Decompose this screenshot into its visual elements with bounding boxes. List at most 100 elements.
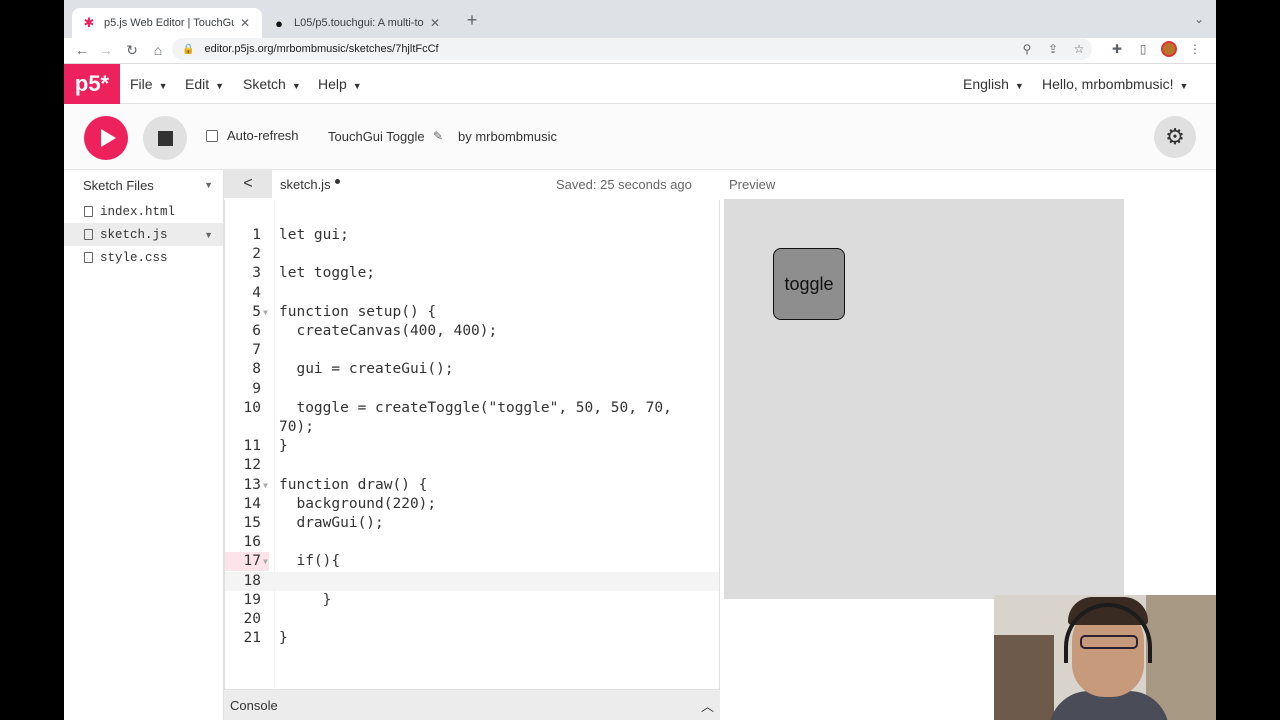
menu-sketch-label: Sketch: [243, 76, 286, 92]
tab-search-chevron-icon[interactable]: ⌄: [1194, 12, 1204, 26]
share-icon[interactable]: ⇪: [1040, 42, 1066, 56]
code-line[interactable]: 11}: [225, 437, 719, 456]
user-menu[interactable]: Hello, mrbombmusic! ▼: [1042, 76, 1188, 92]
zoom-icon[interactable]: ⚲: [1014, 42, 1040, 56]
line-number: 13: [243, 476, 261, 493]
home-icon[interactable]: ⌂: [148, 40, 168, 60]
code-line[interactable]: 9: [225, 380, 719, 399]
chevron-down-icon: ▼: [158, 81, 168, 91]
fold-arrow-icon[interactable]: ▼: [263, 303, 268, 322]
language-menu[interactable]: English ▼: [963, 76, 1024, 92]
chevron-down-icon[interactable]: ▼: [204, 180, 213, 190]
sketch-name[interactable]: TouchGui Toggle: [328, 129, 425, 144]
auto-refresh-label: Auto-refresh: [227, 128, 299, 143]
profile-avatar-icon[interactable]: [1161, 41, 1177, 57]
auto-refresh-checkbox[interactable]: [206, 129, 218, 142]
back-arrow-icon[interactable]: ←: [72, 40, 92, 60]
console-bar[interactable]: Console ︿: [224, 690, 720, 720]
code-line[interactable]: 70);: [225, 418, 719, 437]
code-line[interactable]: 14 background(220);: [225, 495, 719, 514]
code-line[interactable]: 21}: [225, 629, 719, 648]
code-line[interactable]: 1 let gui;: [225, 226, 719, 245]
chevron-up-icon[interactable]: ︿: [701, 696, 714, 715]
language-label: English: [963, 76, 1009, 92]
code-line[interactable]: 18: [225, 571, 719, 591]
code-editor[interactable]: 1 let gui; 2 3 let toggle; 4 5 ▼ function setup(…: [224, 200, 720, 690]
close-tab-icon[interactable]: ✕: [428, 16, 442, 30]
chevron-down-icon: ▼: [1014, 81, 1024, 91]
code-line[interactable]: 7: [225, 341, 719, 360]
menu-file[interactable]: File ▼: [130, 76, 167, 92]
auto-refresh-toggle[interactable]: Auto-refresh: [206, 128, 299, 143]
reload-icon[interactable]: ↻: [122, 40, 142, 60]
code-line[interactable]: 8 gui = createGui();: [225, 360, 719, 379]
stop-button[interactable]: [143, 116, 187, 160]
forward-arrow-icon[interactable]: →: [96, 40, 116, 60]
p5-logo[interactable]: p5*: [64, 64, 120, 104]
line-number: 5: [252, 303, 261, 320]
chevron-down-icon: ▼: [1179, 81, 1189, 91]
code-line[interactable]: 4: [225, 284, 719, 303]
close-tab-icon[interactable]: ✕: [238, 16, 252, 30]
menu-help-label: Help: [318, 76, 347, 92]
extensions-puzzle-icon[interactable]: ✚: [1104, 42, 1130, 56]
address-bar[interactable]: 🔒 editor.p5js.org/mrbombmusic/sketches/7…: [172, 38, 1092, 60]
side-panel-icon[interactable]: ▯: [1130, 42, 1156, 56]
collapse-sidebar-chevron-icon[interactable]: <: [224, 170, 272, 198]
code-line[interactable]: 13 ▼ function draw() {: [225, 476, 719, 495]
code-line[interactable]: 20: [225, 610, 719, 629]
browser-menu-icon[interactable]: ⋮: [1182, 42, 1208, 56]
sketch-owner[interactable]: by mrbombmusic: [458, 129, 557, 144]
code-line[interactable]: 5 ▼ function setup() {: [225, 303, 719, 322]
menu-sketch[interactable]: Sketch ▼: [243, 76, 301, 92]
open-file-name: sketch.js: [280, 177, 331, 192]
menu-edit-label: Edit: [185, 76, 210, 92]
new-tab-icon[interactable]: +: [462, 10, 482, 30]
code-line[interactable]: 12: [225, 456, 719, 475]
file-item-index-html[interactable]: index.html: [64, 200, 223, 223]
code-line[interactable]: 6 createCanvas(400, 400);: [225, 322, 719, 341]
code-text: 70);: [279, 419, 314, 435]
bookmark-star-icon[interactable]: ☆: [1066, 42, 1092, 56]
toggle-widget[interactable]: toggle: [773, 248, 845, 320]
menu-help[interactable]: Help ▼: [318, 76, 362, 92]
sketch-files-header[interactable]: Sketch Files ▼: [64, 170, 223, 200]
sketch-toolbar: Auto-refresh TouchGui Toggle ✎ by mrbomb…: [64, 104, 1216, 170]
line-number: 3: [252, 265, 261, 282]
tab-p5-editor[interactable]: ✱ p5.js Web Editor | TouchGui To ✕: [72, 8, 262, 38]
file-item-style-css[interactable]: style.css: [64, 246, 223, 269]
browser-toolbar: ← → ↻ ⌂ 🔒 editor.p5js.org/mrbombmusic/sk…: [64, 38, 1216, 64]
code-line[interactable]: 15 drawGui();: [225, 514, 719, 533]
fold-arrow-icon[interactable]: ▼: [263, 476, 268, 495]
tab-title: L05/p5.touchgui: A multi-touch: [294, 17, 424, 29]
browser-window: ✱ p5.js Web Editor | TouchGui To ✕ ● L05…: [64, 0, 1216, 720]
code-line[interactable]: 16: [225, 533, 719, 552]
file-item-sketch-js[interactable]: sketch.js ▼: [64, 223, 223, 246]
code-line[interactable]: 17 ▼ if(){: [225, 552, 719, 572]
code-line[interactable]: 2: [225, 245, 719, 264]
code-line[interactable]: 10 toggle = createToggle("toggle", 50, 5…: [225, 399, 719, 418]
file-options-chevron-icon[interactable]: ▼: [204, 230, 213, 240]
line-number: 1: [252, 227, 261, 243]
play-button[interactable]: [84, 116, 128, 160]
line-number: 2: [252, 246, 261, 263]
code-text: }: [279, 438, 288, 455]
glasses-icon: [1080, 635, 1138, 649]
code-text: }: [279, 630, 288, 647]
code-text: function setup() {: [279, 303, 437, 320]
preview-canvas[interactable]: toggle: [724, 199, 1124, 599]
pencil-icon[interactable]: ✎: [433, 129, 443, 143]
tab-github[interactable]: ● L05/p5.touchgui: A multi-touch ✕: [262, 8, 452, 38]
github-favicon-icon: ●: [275, 15, 283, 31]
fold-arrow-icon[interactable]: ▼: [263, 552, 268, 571]
settings-gear-icon[interactable]: ⚙: [1154, 116, 1196, 158]
code-line[interactable]: 19 }: [225, 591, 719, 610]
menu-file-label: File: [130, 76, 153, 92]
lock-icon[interactable]: 🔒: [182, 44, 194, 55]
code-text: drawGui();: [279, 515, 384, 531]
menu-edit[interactable]: Edit ▼: [185, 76, 224, 92]
code-text: toggle = createToggle("toggle", 50, 50, …: [279, 399, 672, 416]
webcam-overlay: [994, 595, 1216, 720]
line-number: 18: [243, 572, 261, 589]
code-line[interactable]: 3 let toggle;: [225, 264, 719, 283]
